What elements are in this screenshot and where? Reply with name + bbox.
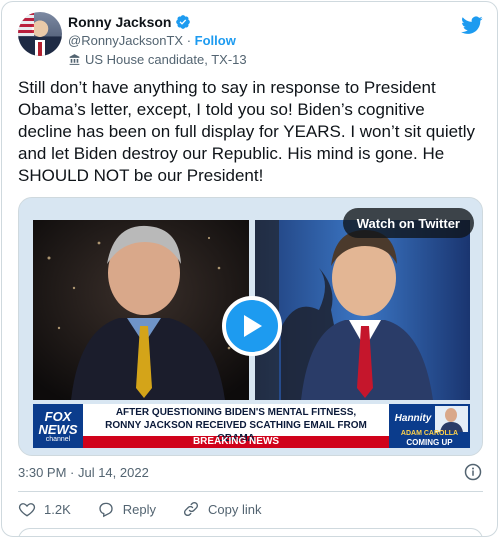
- building-icon: [69, 54, 80, 65]
- avatar-tie: [38, 42, 42, 56]
- reply-action[interactable]: Reply: [97, 500, 156, 518]
- author-name[interactable]: Ronny Jackson: [68, 14, 171, 30]
- like-action[interactable]: 1.2K: [18, 500, 71, 518]
- handle-row: @RonnyJacksonTX · Follow: [68, 33, 236, 48]
- actions-divider: [18, 491, 483, 492]
- info-icon[interactable]: [464, 463, 482, 481]
- heart-icon: [18, 503, 36, 517]
- tweet-header: Ronny Jackson @RonnyJacksonTX · Follow U…: [18, 12, 485, 67]
- play-button[interactable]: [222, 296, 282, 356]
- fox-news-logo: FOX NEWS channel: [33, 404, 83, 448]
- hannity-logo: Hannity: [394, 412, 432, 424]
- video-media[interactable]: FOX NEWS channel AFTER QUESTIONING BIDEN…: [18, 197, 483, 456]
- twitter-bird-icon[interactable]: [461, 14, 483, 36]
- play-icon: [244, 315, 262, 337]
- guest-name-label: ADAM CAROLLA: [400, 430, 459, 437]
- chyron-line-1: AFTER QUESTIONING BIDEN'S MENTAL FITNESS…: [115, 407, 357, 418]
- fox-logo-bottom: channel: [45, 435, 71, 443]
- author-handle[interactable]: @RonnyJacksonTX: [68, 33, 183, 48]
- tweet-timestamp[interactable]: 3:30 PM · Jul 14, 2022: [18, 465, 149, 480]
- reply-icon: [99, 502, 113, 518]
- handle-separator: ·: [186, 33, 192, 48]
- flag-graphic: [18, 12, 34, 36]
- read-replies-bar[interactable]: [18, 528, 483, 536]
- tweet-card[interactable]: Ronny Jackson @RonnyJacksonTX · Follow U…: [1, 1, 498, 537]
- watch-on-twitter-button[interactable]: Watch on Twitter: [342, 208, 474, 238]
- breaking-news-bar: BREAKING NEWS: [192, 436, 280, 447]
- author-name-row: Ronny Jackson: [68, 14, 191, 30]
- link-icon: [183, 501, 199, 517]
- author-affiliation-label: US House candidate, TX-13: [85, 52, 247, 67]
- author-avatar[interactable]: [18, 12, 62, 56]
- tweet-actions: 1.2K Reply Copy link: [18, 500, 261, 518]
- reply-label: Reply: [122, 501, 156, 517]
- fox-logo-mid: NEWS: [38, 421, 78, 437]
- coming-up-label: COMING UP: [406, 438, 453, 447]
- fox-logo-top: FOX: [44, 408, 72, 424]
- copy-link-label: Copy link: [208, 501, 262, 517]
- tweet-text: Still don’t have anything to say in resp…: [18, 78, 476, 185]
- copy-link-action[interactable]: Copy link: [182, 500, 261, 518]
- author-label-row: US House candidate, TX-13: [68, 52, 247, 67]
- follow-button[interactable]: Follow: [195, 33, 236, 48]
- verified-badge-icon: [176, 15, 191, 29]
- like-count: 1.2K: [44, 501, 71, 517]
